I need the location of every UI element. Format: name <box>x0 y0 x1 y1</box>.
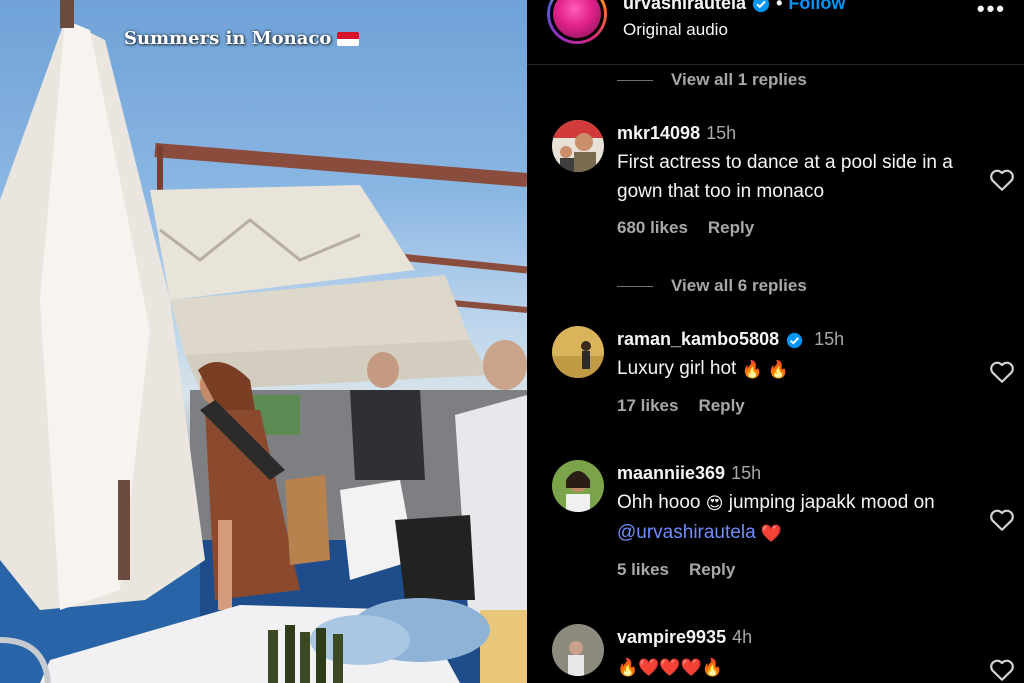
commenter-avatar-image <box>552 624 604 676</box>
video-frame-illustration <box>0 0 527 683</box>
author-username[interactable]: urvashirautela <box>623 0 746 14</box>
comment-time: 15h <box>731 463 762 483</box>
commenter-avatar[interactable] <box>552 326 604 378</box>
view-replies-label: View all 1 replies <box>671 70 807 89</box>
commenter-avatar-image <box>552 460 604 512</box>
view-replies-link[interactable]: View all 1 replies <box>617 70 807 90</box>
comment-time: 15h <box>706 123 737 143</box>
comment-text: 🔥❤️❤️❤️🔥 <box>617 652 977 682</box>
like-heart-icon[interactable] <box>989 658 1015 682</box>
commenter-avatar[interactable] <box>552 624 604 676</box>
commenter-username[interactable]: vampire9935 <box>617 627 726 647</box>
replies-divider-line <box>617 79 653 81</box>
comment-time: 15h <box>814 329 845 349</box>
comments-panel: urvashirautela • Follow Original audio •… <box>527 0 1024 683</box>
video-caption: Summers in Monaco <box>124 28 360 49</box>
comment-likes[interactable]: 5 likes <box>617 560 669 580</box>
comment-body: maanniie369 15h Ohh hooo 😍 jumping japakk… <box>617 460 977 580</box>
view-replies-link[interactable]: View all 6 replies <box>617 276 807 296</box>
comment-text: Luxury girl hot 🔥 🔥 <box>617 354 977 384</box>
author-name-row: urvashirautela • Follow <box>623 0 845 14</box>
follow-button[interactable]: Follow <box>788 0 845 14</box>
emoji-row: 🔥❤️❤️❤️🔥 <box>617 658 723 677</box>
comment-text-part: Ohh hooo <box>617 492 701 513</box>
reply-button[interactable]: Reply <box>698 396 744 416</box>
replies-divider-line <box>617 285 653 287</box>
comment-likes[interactable]: 17 likes <box>617 396 678 416</box>
commenter-username[interactable]: maanniie369 <box>617 463 725 483</box>
verified-badge-icon <box>786 332 803 348</box>
comment-text: First actress to dance at a pool side in… <box>617 152 953 202</box>
commenter-avatar-image <box>552 326 604 378</box>
verified-badge-icon <box>752 0 770 12</box>
like-heart-icon[interactable] <box>989 360 1015 384</box>
reply-button[interactable]: Reply <box>689 560 735 580</box>
author-avatar[interactable] <box>547 0 607 44</box>
mention-link[interactable]: @urvashirautela <box>617 522 756 543</box>
comment-body: vampire9935 4h 🔥❤️❤️❤️🔥 <box>617 624 977 682</box>
reel-video[interactable]: Summers in Monaco <box>0 0 527 683</box>
original-audio-link[interactable]: Original audio <box>623 20 728 40</box>
commenter-username[interactable]: raman_kambo5808 <box>617 329 779 349</box>
fire-emoji: 🔥 🔥 <box>741 360 789 379</box>
video-caption-text: Summers in Monaco <box>124 28 332 49</box>
more-options-icon[interactable]: ••• <box>977 0 1006 22</box>
header-separator: • <box>776 0 783 13</box>
comment-likes[interactable]: 680 likes <box>617 218 688 238</box>
view-replies-label: View all 6 replies <box>671 276 807 295</box>
commenter-username[interactable]: mkr14098 <box>617 123 700 143</box>
like-heart-icon[interactable] <box>989 168 1015 192</box>
like-heart-icon[interactable] <box>989 508 1015 532</box>
monaco-flag-icon <box>337 31 360 46</box>
commenter-avatar[interactable] <box>552 120 604 172</box>
comment-text: Ohh hooo 😍 jumping japakk mood on @urvas… <box>617 488 977 548</box>
comment-text-content: Luxury girl hot <box>617 358 737 379</box>
comment-text-part: jumping japakk mood on <box>728 492 935 513</box>
red-heart-emoji: ❤️ <box>760 524 783 543</box>
commenter-avatar[interactable] <box>552 460 604 512</box>
heart-eyes-emoji: 😍 <box>705 494 724 513</box>
comment-body: raman_kambo5808 15h Luxury girl hot 🔥 🔥 … <box>617 326 977 416</box>
comment-time: 4h <box>732 627 753 647</box>
reply-button[interactable]: Reply <box>708 218 754 238</box>
post-header: urvashirautela • Follow Original audio •… <box>527 0 1024 65</box>
commenter-avatar-image <box>552 120 604 172</box>
comment-body: mkr14098 15h First actress to dance at a … <box>617 120 977 238</box>
